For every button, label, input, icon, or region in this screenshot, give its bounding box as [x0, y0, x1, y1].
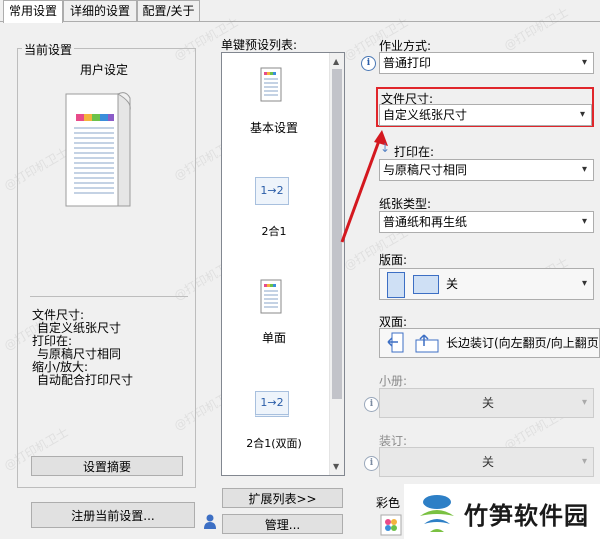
current-settings-title: 当前设置	[22, 41, 75, 58]
preset-label: 单面	[261, 331, 286, 345]
layout-value: 关	[446, 277, 459, 291]
page-size-value: 自定义纸张尺寸	[383, 108, 468, 122]
watermark: @打印机卫士	[501, 4, 571, 53]
document-icon	[260, 67, 282, 102]
preset-item-2in1[interactable]: 1→2 2合1	[222, 173, 330, 253]
landscape-icon	[413, 275, 439, 294]
brand-overlay: 竹笋软件园	[404, 484, 600, 539]
tab-config-about[interactable]: 配置/关于	[137, 0, 200, 21]
layout-label: 版面:	[379, 253, 408, 267]
booklet-value: 关	[481, 396, 494, 410]
portrait-icon	[387, 272, 405, 298]
info-icon[interactable]: i	[364, 397, 379, 412]
color-icon	[380, 514, 402, 536]
paper-type-select[interactable]: 普通纸和再生纸 ▾	[379, 211, 594, 233]
preset-label: 基本设置	[249, 121, 298, 135]
tab-strip-line	[0, 21, 600, 22]
job-mode-select[interactable]: 普通打印 ▾	[379, 52, 594, 74]
print-on-select[interactable]: 与原稿尺寸相同 ▾	[379, 159, 594, 181]
preset-label: 2合1	[261, 225, 287, 238]
user-icon	[203, 514, 217, 530]
down-arrow-icon: ↓	[380, 141, 391, 155]
chevron-down-icon: ▾	[581, 397, 587, 408]
paper-type-label: 纸张类型:	[379, 197, 432, 211]
two-in-one-icon: 1→2	[255, 177, 289, 205]
page-size-select[interactable]: 自定义纸张尺寸 ▾	[379, 104, 592, 126]
tab-common-settings[interactable]: 常用设置	[3, 0, 63, 23]
tab-detailed-settings[interactable]: 详细的设置	[63, 0, 137, 21]
chevron-down-icon: ▾	[581, 164, 587, 175]
preset-label: 2合1(双面)	[246, 437, 302, 450]
print-on-value: 与原稿尺寸相同	[383, 163, 468, 177]
summary-divider	[30, 296, 188, 297]
chevron-down-icon: ▾	[581, 57, 587, 68]
duplex-select[interactable]: 长边装订(向左翻页/向上翻页)	[379, 328, 600, 358]
preset-item-2in1-duplex[interactable]: 1→2 2合1(双面)	[222, 387, 330, 467]
page-preview-icon	[65, 92, 131, 207]
expand-list-button[interactable]: 扩展列表>>	[222, 488, 343, 508]
paper-type-value: 普通纸和再生纸	[383, 215, 468, 229]
layout-select[interactable]: 关 ▾	[379, 268, 594, 300]
duplex-value: 长边装订(向左翻页/向上翻页)	[446, 336, 600, 350]
chevron-down-icon: ▾	[581, 456, 587, 467]
chevron-down-icon: ▾	[579, 109, 585, 120]
booklet-label: 小册:	[379, 374, 408, 388]
two-in-one-duplex-icon: 1→2	[255, 391, 289, 417]
preset-item-basic[interactable]: 基本设置	[222, 63, 330, 143]
preset-list-title: 单键预设列表:	[221, 38, 298, 52]
color-label: 彩色	[376, 496, 401, 510]
chevron-down-icon: ▾	[581, 278, 587, 289]
brand-name: 竹笋软件园	[464, 502, 589, 530]
single-sided-icon	[260, 279, 282, 314]
info-icon[interactable]: i	[361, 56, 376, 71]
print-on-label: 打印在:	[394, 145, 435, 159]
preset-item-single-sided[interactable]: 单面	[222, 275, 330, 355]
manage-button[interactable]: 管理...	[222, 514, 343, 534]
settings-summary-button[interactable]: 设置摘要	[31, 456, 183, 476]
preset-list-scrollbar[interactable]: ▲ ▼	[329, 53, 344, 475]
chevron-down-icon: ▾	[581, 216, 587, 227]
duplex-binding-icon	[387, 332, 439, 353]
scroll-up-icon[interactable]: ▲	[333, 57, 339, 66]
scroll-down-icon[interactable]: ▼	[333, 462, 339, 471]
register-settings-button[interactable]: 注册当前设置...	[31, 502, 195, 528]
booklet-select[interactable]: 关 ▾	[379, 388, 594, 418]
brand-logo-icon	[420, 495, 454, 532]
binding-value: 关	[481, 455, 494, 469]
info-icon[interactable]: i	[364, 456, 379, 471]
preset-list[interactable]: ▲ ▼ 基本设置 1→2 2合1 单面 1→2 2合1(双面)	[221, 52, 345, 476]
summary-scale-value: 自动配合打印尺寸	[37, 373, 134, 387]
job-mode-value: 普通打印	[383, 56, 432, 70]
preview-caption: 用户设定	[80, 63, 129, 77]
binding-select[interactable]: 关 ▾	[379, 447, 594, 477]
